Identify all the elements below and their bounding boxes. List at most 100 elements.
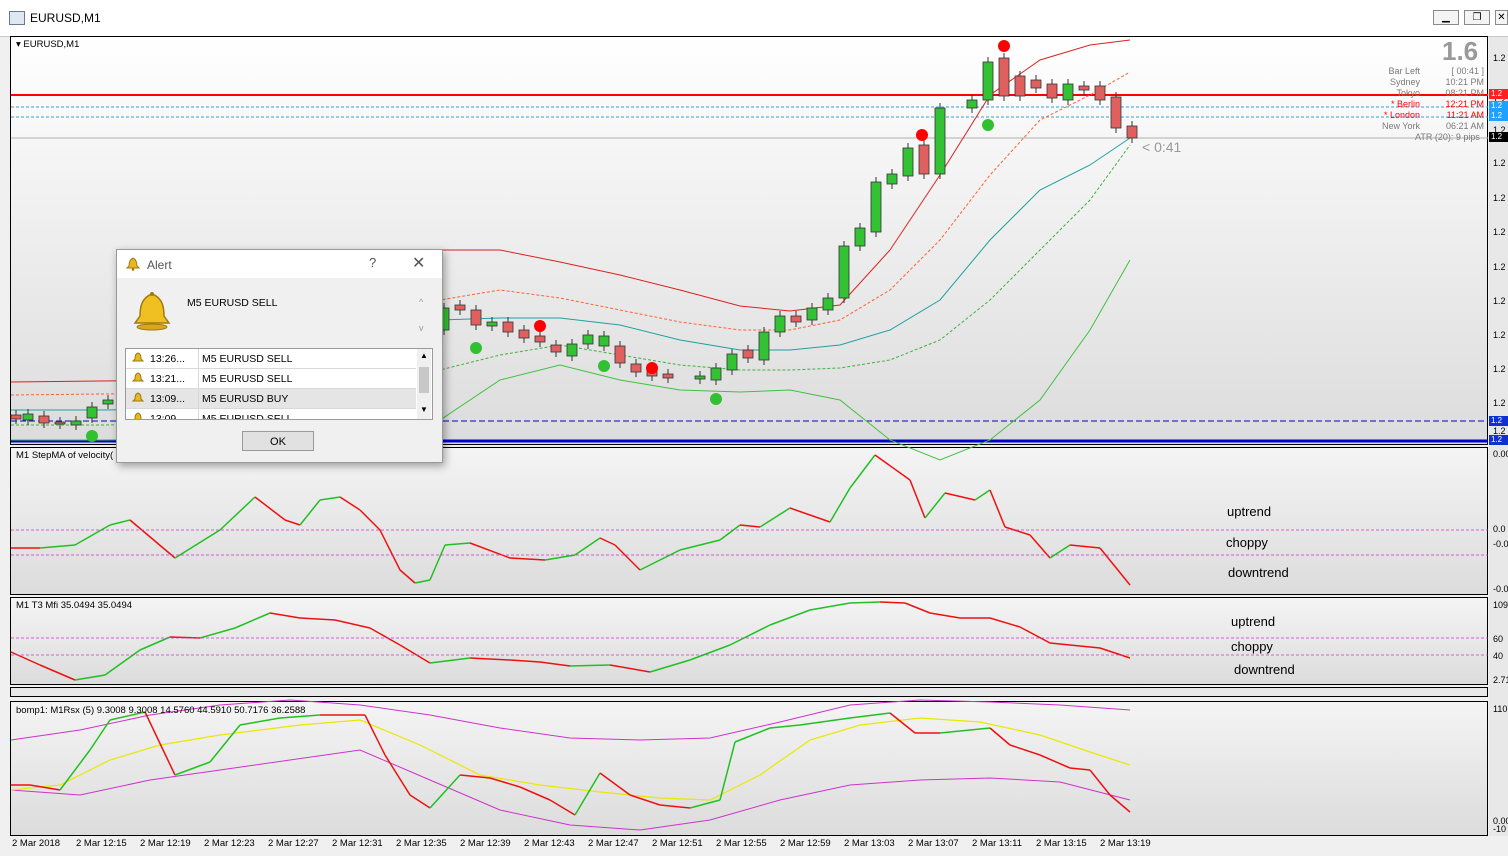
mfi-segment xyxy=(989,617,1021,628)
stepma-segment xyxy=(874,454,911,481)
price-tag: 1.2 xyxy=(1489,132,1508,142)
mfi-segment xyxy=(649,659,691,673)
rsx-segment xyxy=(734,727,771,743)
bell-icon xyxy=(132,392,144,402)
candle-body xyxy=(998,57,1010,97)
signal-marker-green xyxy=(710,393,722,405)
alert-history-row[interactable]: 13:26... M5 EURUSD SELL xyxy=(126,349,416,369)
stepma-segment xyxy=(359,509,381,531)
list-scrollbar[interactable]: ▲ ▼ xyxy=(417,349,431,419)
candle-body xyxy=(614,345,626,364)
signal-marker-green xyxy=(982,119,994,131)
bell-icon xyxy=(126,257,140,271)
candle-body xyxy=(886,173,898,185)
price-tag: 1.2 xyxy=(1489,89,1508,99)
stepma-segment xyxy=(509,557,546,561)
candle-body xyxy=(566,343,578,357)
alert-history-row[interactable]: 13:09... M5 EURUSD BUY xyxy=(126,389,416,409)
alert-dialog[interactable]: Alert ? ✕ M5 EURUSD SELL ^ v 13:26... M5 … xyxy=(116,249,443,463)
stepma-segment xyxy=(1069,544,1101,549)
time-tick: 2 Mar 12:31 xyxy=(332,838,383,849)
message-scroll-up[interactable]: ^ xyxy=(419,297,423,307)
message-scroll-down[interactable]: v xyxy=(419,323,424,333)
candle-body xyxy=(22,413,34,421)
time-tick: 2 Mar 12:35 xyxy=(396,838,447,849)
stepma-segment xyxy=(1029,534,1051,559)
candle-body xyxy=(1078,85,1090,91)
mfi-segment xyxy=(539,661,571,667)
candle-body xyxy=(758,331,770,361)
alert-titlebar[interactable]: Alert ? ✕ xyxy=(117,250,442,278)
stepma-segment xyxy=(469,542,511,559)
time-tick: 2 Mar 13:15 xyxy=(1036,838,1087,849)
mfi-segment xyxy=(39,664,76,681)
mfi-segment xyxy=(929,612,961,619)
candle-body xyxy=(790,315,802,323)
alert-title: Alert xyxy=(147,258,172,272)
stepma-segment xyxy=(1099,547,1131,586)
stepma-segment xyxy=(974,489,991,501)
price-tick: 1.2 xyxy=(1493,262,1506,272)
stepma-segment xyxy=(849,454,876,489)
mfi-segment xyxy=(429,657,471,664)
alert-close-button[interactable]: ✕ xyxy=(412,253,425,273)
candle-body xyxy=(486,321,498,327)
stepma-segment xyxy=(789,507,831,523)
mfi-segment xyxy=(399,644,431,664)
time-tick: 2 Mar 13:19 xyxy=(1100,838,1151,849)
signal-marker-red xyxy=(646,362,658,374)
ind2-downtrend-label: downtrend xyxy=(1234,662,1295,677)
alert-row-time: 13:26... xyxy=(150,353,186,365)
mfi-segment xyxy=(299,617,336,621)
mfi-segment xyxy=(1049,642,1071,646)
alert-history-row[interactable]: 13:09 M5 EURUSD SELL xyxy=(126,409,416,419)
alert-history-list[interactable]: 13:26... M5 EURUSD SELL 13:21... M5 EURUSD … xyxy=(125,348,433,420)
mfi-segment xyxy=(809,602,851,611)
rsx-segment xyxy=(549,799,576,816)
mfi-segment xyxy=(689,644,731,661)
price-tick: 1.2 xyxy=(1493,53,1506,63)
stepma-segment xyxy=(614,544,641,571)
chart-symbol-label[interactable]: ▾ EURUSD,M1 xyxy=(16,39,79,50)
session-time: 06:21 AM xyxy=(1445,121,1484,131)
candle-body xyxy=(630,363,642,373)
time-tick: 2 Mar 12:27 xyxy=(268,838,319,849)
signal-marker-green xyxy=(470,342,482,354)
candle-body xyxy=(742,349,754,359)
indicator2-title: M1 T3 Mfi 35.0494 35.0494 xyxy=(16,600,133,611)
stepma-segment xyxy=(829,487,851,523)
indicator3-axis-tick: 110 xyxy=(1493,704,1508,714)
atr-label: ATR (20): 9 pips xyxy=(1415,132,1480,142)
rsx-segment xyxy=(1089,769,1111,796)
ok-button[interactable]: OK xyxy=(242,431,314,451)
time-tick: 2 Mar 12:43 xyxy=(524,838,575,849)
price-tick: 1.2 xyxy=(1493,364,1506,374)
time-tick: 2 Mar 12:19 xyxy=(140,838,191,849)
stepma-segment xyxy=(129,519,176,559)
help-button[interactable]: ? xyxy=(369,255,376,270)
price-tick: 1.2 xyxy=(1493,330,1506,340)
scroll-thumb[interactable] xyxy=(419,367,429,393)
time-tick: 2 Mar 12:51 xyxy=(652,838,703,849)
chart-symbol-text: EURUSD,M1 xyxy=(23,39,80,50)
alert-row-time: 13:09... xyxy=(150,393,186,405)
signal-marker-red xyxy=(916,129,928,141)
indicator3-axis-tick: -10 xyxy=(1493,824,1507,834)
bell-icon xyxy=(132,372,144,382)
indicator2-axis-tick: 2.71 xyxy=(1493,675,1508,685)
candle-body xyxy=(582,334,594,345)
session-label: Bar Left xyxy=(1388,66,1420,76)
price-tag: 1.2 xyxy=(1489,111,1508,121)
time-tick: 2 Mar 12:47 xyxy=(588,838,639,849)
alert-row-message: M5 EURUSD SELL xyxy=(202,353,293,365)
alert-history-row[interactable]: 13:21... M5 EURUSD SELL xyxy=(126,369,416,389)
stepma-segment xyxy=(989,489,1006,528)
scroll-up-arrow[interactable]: ▲ xyxy=(417,351,431,360)
stepma-segment xyxy=(544,554,576,561)
candle-body xyxy=(982,61,994,101)
alert-message: M5 EURUSD SELL xyxy=(187,297,278,309)
stepma-segment xyxy=(679,539,721,551)
scroll-down-arrow[interactable]: ▼ xyxy=(417,405,431,414)
mfi-segment xyxy=(469,657,511,661)
mfi-segment xyxy=(879,601,906,604)
